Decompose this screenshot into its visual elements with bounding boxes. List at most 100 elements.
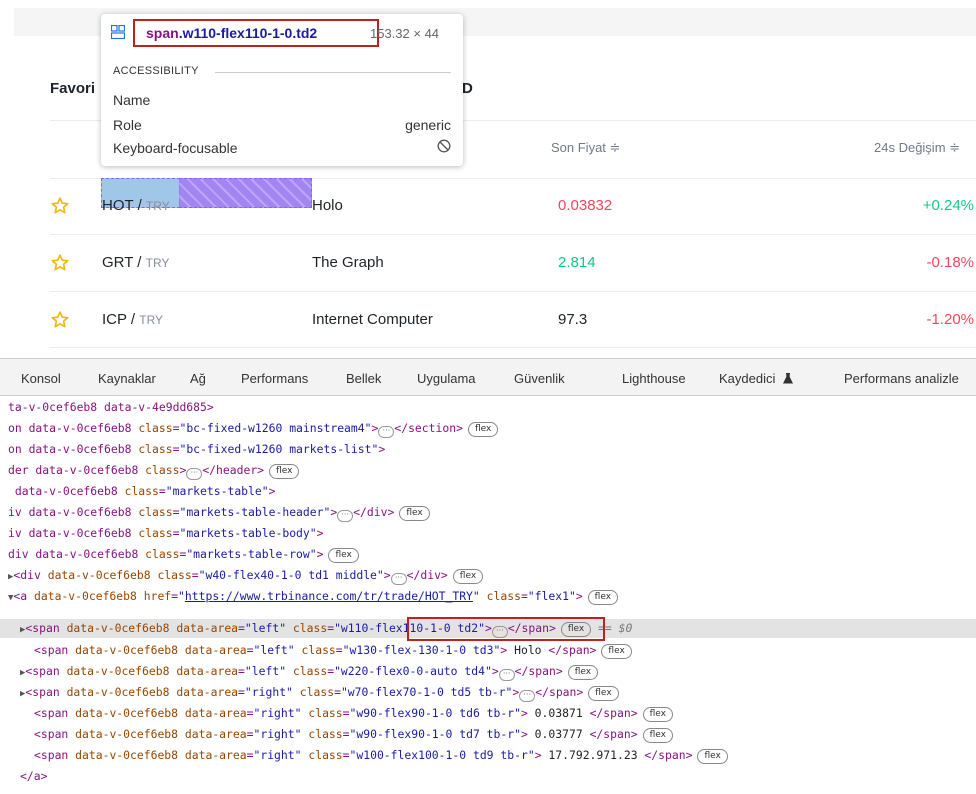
ellipsis-icon[interactable]: ··· — [186, 468, 203, 480]
attr-name: data-v-0cef6eb8 — [66, 664, 170, 678]
tab-lighthouse[interactable]: Lighthouse — [622, 371, 686, 386]
node-text: Holo — [507, 643, 549, 657]
flex-badge[interactable]: flex — [269, 464, 300, 479]
attr-name: data-v-0cef6eb8 — [66, 621, 170, 635]
tab-console[interactable]: Konsol — [21, 371, 61, 386]
tag-name: <div — [13, 568, 41, 582]
star-icon[interactable] — [50, 310, 70, 330]
attr-name: class — [292, 664, 328, 678]
tab-network[interactable]: Ağ — [190, 371, 206, 386]
market-row[interactable]: HOT / TRY Holo 0.03832 +0.24% — [0, 178, 976, 234]
dom-node-line[interactable]: </a> — [20, 767, 976, 786]
dom-node-line[interactable]: div data-v-0cef6eb8 class="markets-table… — [8, 545, 976, 564]
tab-performance-insights[interactable]: Performans analizle — [844, 371, 959, 386]
tag-name: <span — [34, 706, 69, 720]
flex-badge[interactable]: flex — [587, 590, 619, 605]
elements-tree: ta-v-0cef6eb8 data-v-4e9dd685> on data-v… — [0, 396, 976, 794]
tag-name: <span — [25, 664, 60, 678]
attr-name: data-v-0cef6eb8 — [66, 685, 170, 699]
attr-value: "bc-fixed-w1260 mainstream4" — [179, 421, 372, 435]
flex-badge[interactable]: flex — [467, 422, 499, 437]
closing-tag: </span> — [535, 685, 584, 699]
pair-quote: TRY — [139, 313, 164, 327]
attr-name: class — [145, 463, 180, 477]
flex-badge[interactable]: flex — [642, 707, 673, 722]
tag-name: <span — [34, 748, 69, 762]
attr-name: data-v-0cef6eb8 — [34, 589, 137, 603]
dom-node-line[interactable]: ▶<span data-v-0cef6eb8 data-area="right"… — [20, 683, 976, 702]
attr-name: data-area — [176, 664, 239, 678]
market-row[interactable]: ICP / TRY Internet Computer 97.3 -1.20% — [0, 292, 976, 348]
name-label: Name — [113, 92, 151, 108]
flex-badge[interactable]: flex — [642, 728, 673, 743]
closing-tag: </span> — [514, 664, 563, 678]
attr-name: data-v-0cef6eb8 — [47, 568, 151, 582]
dom-node-line[interactable]: iv data-v-0cef6eb8 class="markets-table-… — [8, 503, 976, 522]
closing-tag: </a> — [20, 769, 48, 783]
attr-value: "flex1" — [527, 589, 576, 603]
attr-name: class — [301, 643, 336, 657]
dom-node-line[interactable]: ▼<a data-v-0cef6eb8 href="https://www.tr… — [8, 587, 976, 606]
tab-application[interactable]: Uygulama — [417, 371, 476, 386]
flex-badge[interactable]: flex — [567, 665, 599, 680]
ellipsis-icon[interactable]: ··· — [390, 573, 407, 585]
node-text: on data-v-0cef6eb8 — [8, 442, 139, 456]
closing-tag: </span> — [644, 748, 693, 762]
closing-tag: </span> — [589, 706, 638, 720]
dom-node-line[interactable]: ▶<div data-v-0cef6eb8 class="w40-flex40-… — [8, 566, 976, 585]
flex-badge[interactable]: flex — [697, 749, 728, 764]
pair-label: GRT / TRY — [102, 254, 169, 271]
favorites-title: Favori — [50, 80, 96, 97]
dom-node-line[interactable]: data-v-0cef6eb8 class="markets-table"> — [8, 482, 976, 501]
change-24h: -0.18% — [926, 254, 974, 271]
attr-value: "w90-flex90-1-0 td7 tb-r" — [349, 727, 521, 741]
attr-name: data-area — [184, 643, 247, 657]
flex-badge[interactable]: flex — [399, 506, 430, 521]
dom-node-line[interactable]: <span data-v-0cef6eb8 data-area="right" … — [34, 704, 976, 723]
attr-value: "left" — [253, 643, 295, 657]
dom-node-line[interactable]: <span data-v-0cef6eb8 data-area="left" c… — [34, 641, 976, 660]
dom-node-line[interactable]: ▶<span data-v-0cef6eb8 data-area="left" … — [20, 662, 976, 681]
flex-badge[interactable]: flex — [588, 686, 619, 701]
star-icon[interactable] — [50, 196, 70, 216]
tab-recorder[interactable]: Kaydedici — [719, 371, 794, 386]
tab-security[interactable]: Güvenlik — [514, 371, 565, 386]
accessibility-heading: ACCESSIBILITY — [113, 65, 199, 77]
href-link[interactable]: https://www.trbinance.com/tr/trade/HOT_T… — [185, 589, 473, 603]
closing-tag: </span> — [589, 727, 638, 741]
closing-tag: </section> — [394, 421, 463, 435]
attr-name: data-area — [184, 706, 247, 720]
pair-separator: / — [133, 254, 146, 271]
tab-memory[interactable]: Bellek — [346, 371, 381, 386]
dom-node-line[interactable]: ta-v-0cef6eb8 data-v-4e9dd685> — [8, 398, 976, 417]
dom-node-line[interactable]: <span data-v-0cef6eb8 data-area="right" … — [34, 725, 976, 744]
closing-tag: </div> — [353, 505, 395, 519]
dom-node-line[interactable]: on data-v-0cef6eb8 class="bc-fixed-w1260… — [8, 440, 976, 459]
star-icon[interactable] — [50, 253, 70, 273]
dom-node-line[interactable]: iv data-v-0cef6eb8 class="markets-table-… — [8, 524, 976, 543]
market-row[interactable]: GRT / TRY The Graph 2.814 -0.18% — [0, 235, 976, 291]
attr-name: class — [138, 526, 173, 540]
ellipsis-icon[interactable]: ··· — [498, 669, 515, 681]
tag-name: <a — [13, 589, 28, 603]
column-last-price[interactable]: Son Fiyat ≑ — [551, 140, 620, 156]
tab-performance[interactable]: Performans — [241, 371, 308, 386]
dom-node-line[interactable]: der data-v-0cef6eb8 class> ··· </header> fl… — [8, 461, 976, 480]
ellipsis-icon[interactable]: ··· — [378, 426, 395, 438]
tab-sources[interactable]: Kaynaklar — [98, 371, 156, 386]
column-24h-change[interactable]: 24s Değişim ≑ — [874, 140, 960, 156]
attr-name: class — [308, 706, 343, 720]
dom-node-line[interactable]: on data-v-0cef6eb8 class="bc-fixed-w1260… — [8, 419, 976, 438]
attr-name: class — [124, 484, 159, 498]
keyboard-focusable-label: Keyboard-focusable — [113, 140, 238, 156]
flex-badge[interactable]: flex — [328, 548, 359, 563]
flex-badge[interactable]: flex — [452, 569, 484, 584]
closing-tag: </span> — [548, 643, 597, 657]
ellipsis-icon[interactable]: ··· — [337, 510, 354, 522]
divider — [50, 347, 976, 348]
grid-icon — [111, 25, 125, 39]
dom-node-line[interactable]: <span data-v-0cef6eb8 data-area="right" … — [34, 746, 976, 765]
flex-badge[interactable]: flex — [601, 644, 632, 659]
attr-name: data-v-0cef6eb8 — [75, 706, 179, 720]
ellipsis-icon[interactable]: ··· — [519, 690, 536, 702]
